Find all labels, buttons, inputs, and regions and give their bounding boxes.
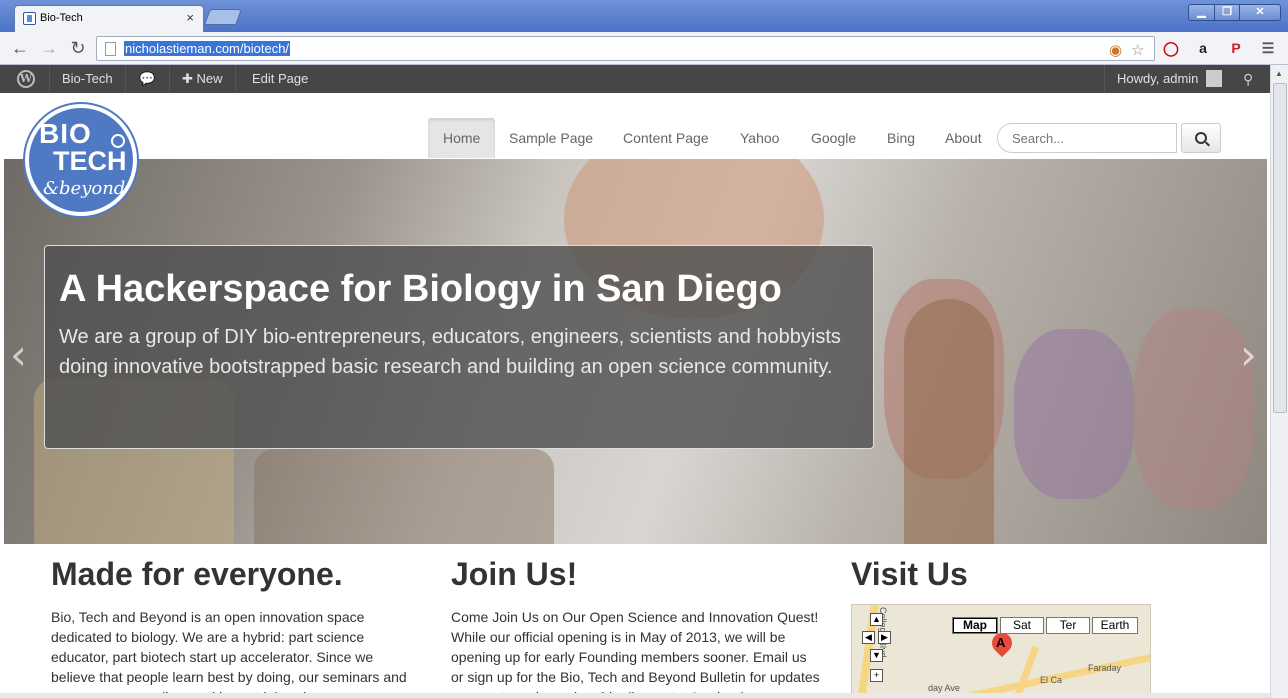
new-tab-button[interactable] xyxy=(204,9,242,25)
page-favicon-icon xyxy=(23,12,36,25)
map-type-map-button[interactable]: Map xyxy=(952,617,998,634)
page-icon xyxy=(105,42,116,56)
nav-item-google[interactable]: Google xyxy=(796,118,871,158)
adblock-extension-icon[interactable]: ◯ xyxy=(1160,37,1182,59)
site-name-link[interactable]: Bio-Tech xyxy=(50,65,126,93)
map-pan-down-icon[interactable]: ▼ xyxy=(870,649,883,662)
column-text: Bio, Tech and Beyond is an open innovati… xyxy=(51,609,407,698)
map-pan-up-icon[interactable]: ▲ xyxy=(870,613,883,626)
site-logo[interactable]: BIO TECH &beyond xyxy=(25,104,137,216)
nav-item-yahoo[interactable]: Yahoo xyxy=(725,118,794,158)
reload-icon[interactable]: ↻ xyxy=(67,37,89,59)
page-scrollbar[interactable]: ▲ xyxy=(1270,65,1288,698)
hero-caption: A Hackerspace for Biology in San Diego W… xyxy=(44,245,874,449)
carousel-next-icon[interactable]: › xyxy=(1240,330,1257,379)
window-bottom-edge xyxy=(0,693,1270,698)
nav-item-sample-page[interactable]: Sample Page xyxy=(494,118,608,158)
map-type-earth-button[interactable]: Earth xyxy=(1092,617,1138,634)
bookmark-star-icon[interactable]: ☆ xyxy=(1131,41,1144,59)
edit-page-link[interactable]: Edit Page xyxy=(240,65,320,93)
pinterest-extension-icon[interactable]: P xyxy=(1225,37,1247,59)
map-pan-right-icon[interactable]: ▶ xyxy=(878,631,891,644)
tab-title: Bio-Tech xyxy=(40,12,83,24)
scroll-up-icon[interactable]: ▲ xyxy=(1275,69,1283,78)
map-type-sat-button[interactable]: Sat xyxy=(1000,617,1044,634)
tab-close-icon[interactable]: × xyxy=(186,10,194,25)
hero-photo-petri xyxy=(1134,309,1254,509)
back-arrow-icon[interactable]: ← xyxy=(9,37,31,59)
map-type-ter-button[interactable]: Ter xyxy=(1046,617,1090,634)
nav-item-bing[interactable]: Bing xyxy=(872,118,930,158)
map-street-label: day Ave xyxy=(928,683,960,693)
nav-item-about[interactable]: About xyxy=(930,118,997,158)
wp-admin-bar: W Bio-Tech 💬 ✚ New Edit Page Howdy, admi… xyxy=(0,65,1270,93)
search-button[interactable] xyxy=(1181,123,1221,153)
hero-photo-bench xyxy=(254,449,554,544)
minimize-button[interactable]: ▁ xyxy=(1188,4,1215,21)
column-heading: Made for everyone. xyxy=(51,556,343,592)
hero-photo-flask xyxy=(904,299,994,544)
map-street-label: Faraday xyxy=(1088,663,1122,673)
wp-logo-menu[interactable]: W xyxy=(0,65,50,93)
plus-icon: ✚ xyxy=(182,71,193,86)
hero-photo-petri xyxy=(1014,329,1134,499)
logo-line-tech: TECH xyxy=(53,146,127,176)
forward-arrow-icon[interactable]: → xyxy=(38,37,60,59)
browser-titlebar: Bio-Tech × ▁ ❐ ✕ xyxy=(0,0,1288,32)
scroll-thumb[interactable] xyxy=(1273,83,1287,413)
browser-tab[interactable]: Bio-Tech × xyxy=(14,5,204,32)
cookie-blocked-icon[interactable]: ◉ xyxy=(1109,41,1122,59)
maximize-button[interactable]: ❐ xyxy=(1214,4,1240,21)
new-content-link[interactable]: ✚ New xyxy=(170,65,236,93)
howdy-text: Howdy, admin xyxy=(1117,71,1199,86)
new-label: New xyxy=(196,71,223,86)
map-road xyxy=(1011,645,1040,697)
logo-line-beyond: &beyond xyxy=(43,178,126,199)
map-street-label: El Ca xyxy=(1040,675,1063,685)
column-visit-us: Visit Us xyxy=(851,556,1161,607)
nav-item-home[interactable]: Home xyxy=(428,118,496,158)
comments-icon[interactable]: 💬 xyxy=(126,65,170,93)
wordpress-logo-icon: W xyxy=(17,70,35,88)
close-window-button[interactable]: ✕ xyxy=(1239,4,1281,21)
map-pan-left-icon[interactable]: ◀ xyxy=(862,631,875,644)
carousel-prev-icon[interactable]: ‹ xyxy=(10,330,27,379)
hero-title: A Hackerspace for Biology in San Diego xyxy=(59,268,782,310)
avatar[interactable] xyxy=(1206,70,1222,87)
column-join-us: Join Us! Come Join Us on Our Open Scienc… xyxy=(451,556,821,698)
site-search-input[interactable] xyxy=(997,123,1177,153)
hero-text: We are a group of DIY bio-entrepreneurs,… xyxy=(59,326,841,378)
column-heading: Join Us! xyxy=(451,556,578,592)
column-made-for-everyone: Made for everyone. Bio, Tech and Beyond … xyxy=(51,556,421,698)
url-text[interactable]: nicholastieman.com/biotech/ xyxy=(124,41,291,56)
column-heading: Visit Us xyxy=(851,556,968,592)
column-text: Come Join Us on Our Open Science and Inn… xyxy=(451,609,820,698)
map-marker-label: A xyxy=(996,635,1006,650)
address-bar[interactable]: nicholastieman.com/biotech/ ◉ ☆ xyxy=(96,36,1155,61)
embedded-map[interactable]: College Blvd Faraday day Ave El Ca ▲ ◀ ▶… xyxy=(851,604,1151,698)
browser-toolbar: ← → ↻ nicholastieman.com/biotech/ ◉ ☆ ◯ … xyxy=(0,32,1288,65)
map-zoom-in-icon[interactable]: + xyxy=(870,669,883,682)
admin-search-icon[interactable]: ⚲ xyxy=(1243,71,1253,88)
amazon-extension-icon[interactable]: a xyxy=(1192,37,1214,59)
menu-icon[interactable]: ☰ xyxy=(1257,37,1279,59)
nav-item-content-page[interactable]: Content Page xyxy=(608,118,724,158)
